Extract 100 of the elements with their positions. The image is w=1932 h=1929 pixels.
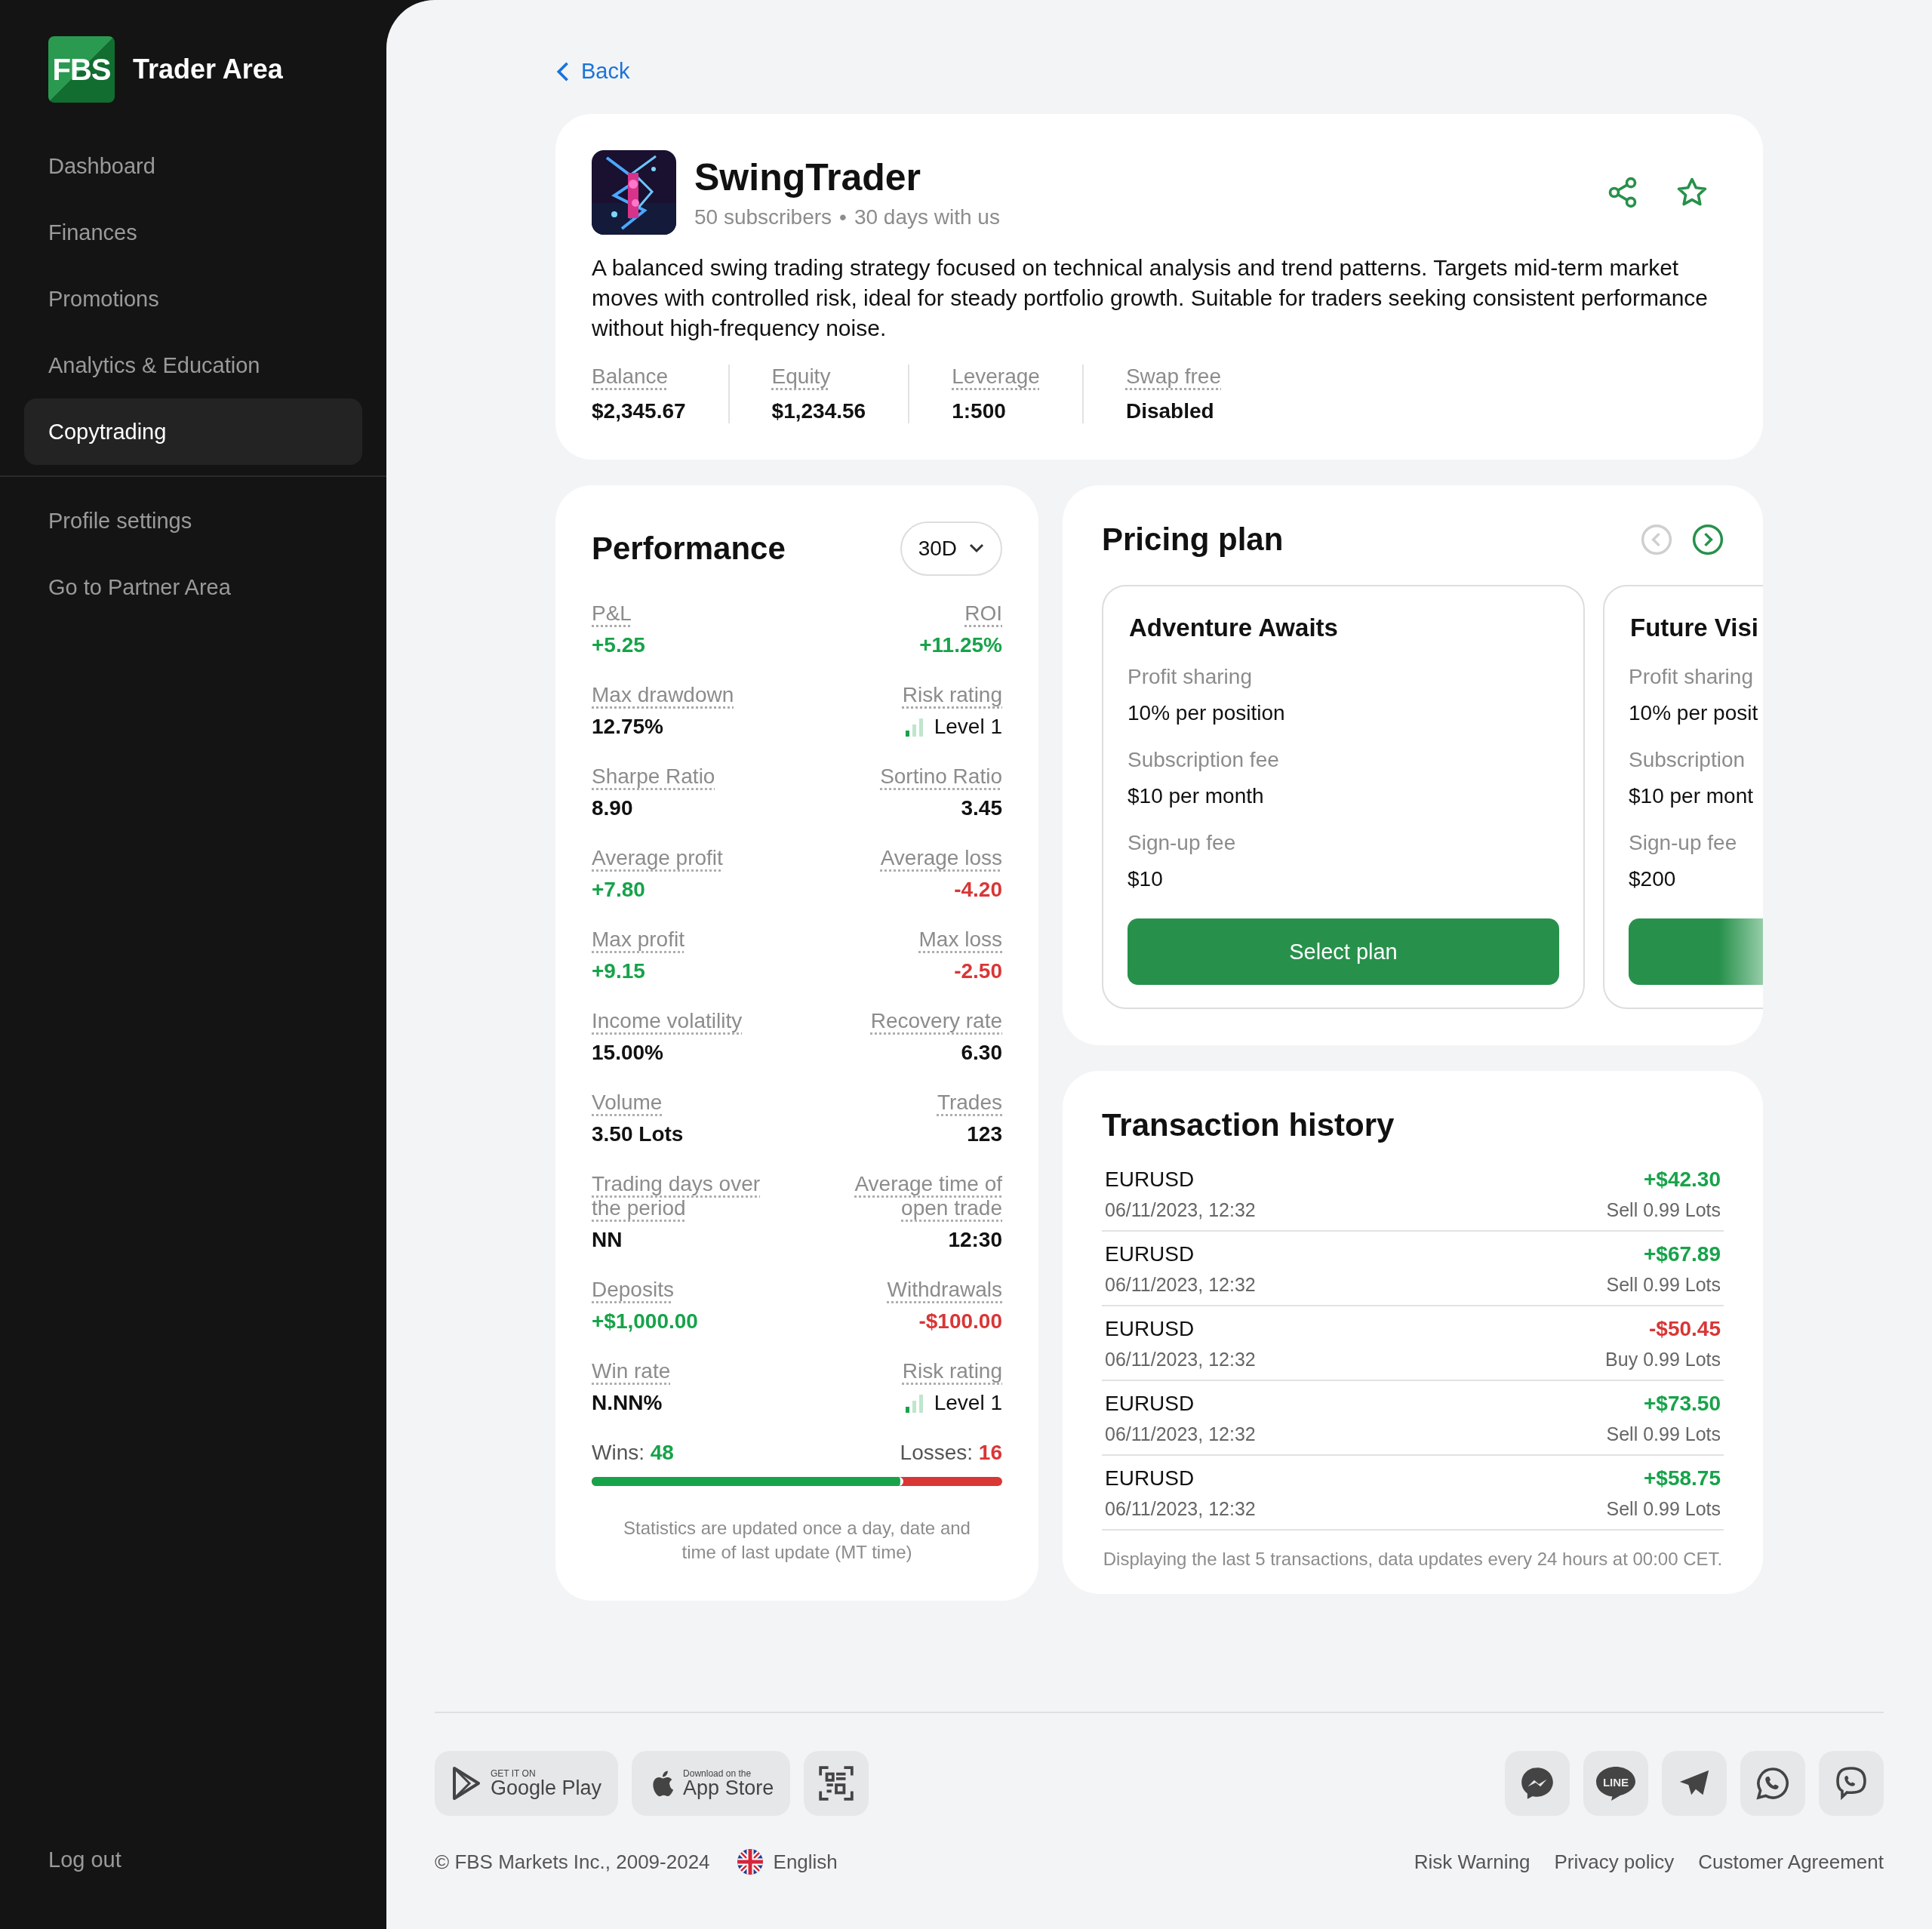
stat-value: $1,234.56 <box>771 399 866 423</box>
store-badge[interactable]: Download on the App Store <box>632 1751 791 1816</box>
metric-value: NN <box>592 1228 623 1252</box>
qr-code-button[interactable] <box>804 1751 869 1816</box>
footer-link[interactable]: Privacy policy <box>1554 1850 1675 1874</box>
metric-label: Max profit <box>592 928 685 952</box>
transaction-symbol: EURUSD <box>1105 1242 1195 1266</box>
fbs-logo: FBS <box>48 36 115 103</box>
plan-value: $200 <box>1629 867 1677 891</box>
select-plan-button[interactable]: Select plan <box>1128 918 1559 985</box>
metric-label: Deposits <box>592 1278 674 1302</box>
metric-label: Sortino Ratio <box>880 765 1002 789</box>
metric-value: 123 <box>967 1122 1002 1146</box>
plan-value: $10 per month <box>1128 784 1265 808</box>
plan-label: Sign-up fee <box>1629 831 1738 855</box>
metric-label: Income volatility <box>592 1009 743 1033</box>
store-name: Google Play <box>491 1777 602 1798</box>
plan-label: Subscription fee <box>1128 748 1280 772</box>
transaction-symbol: EURUSD <box>1105 1317 1195 1341</box>
transaction-detail: Sell 0.99 Lots <box>1606 1498 1721 1520</box>
metric-value: N.NN% <box>592 1391 663 1415</box>
card-title: Pricing plan <box>1102 521 1284 558</box>
metric-value: 12.75% <box>592 715 663 739</box>
transaction-detail: Sell 0.99 Lots <box>1606 1199 1721 1221</box>
transaction-amount: +$67.89 <box>1644 1242 1721 1266</box>
logout-link[interactable]: Log out <box>24 1826 362 1893</box>
next-button[interactable] <box>1692 524 1724 555</box>
chevron-left-icon <box>1641 524 1672 555</box>
social-button[interactable]: LINE <box>1583 1751 1648 1816</box>
metric-label: Win rate <box>592 1359 671 1383</box>
transaction-amount: +$58.75 <box>1644 1466 1721 1491</box>
nav-item[interactable]: Promotions <box>24 266 362 332</box>
metric-label: Recovery rate <box>870 1009 1002 1033</box>
metric-value: -$100.00 <box>918 1309 1002 1334</box>
transaction-date: 06/11/2023, 12:32 <box>1105 1349 1256 1371</box>
metric-label: ROI <box>964 601 1002 626</box>
social-button[interactable] <box>1740 1751 1805 1816</box>
plan-label: Subscription <box>1629 748 1746 772</box>
footer-link[interactable]: Customer Agreement <box>1698 1850 1884 1874</box>
metric-value: -2.50 <box>954 959 1002 983</box>
transaction-detail: Sell 0.99 Lots <box>1606 1423 1721 1445</box>
metric-label: Volume <box>592 1091 663 1115</box>
wins-count: Wins: 48 <box>592 1441 674 1465</box>
metric-value: +7.80 <box>592 878 645 902</box>
stat-label: Equity <box>771 365 832 389</box>
strategy-description: A balanced swing trading strategy focused on technical analysis and trend patterns. Targets mid-term market moves with controlled risk, ideal for steady portfolio growth. Suitable for traders seeking consistent performance without high-frequency noise. <box>592 254 1709 342</box>
transaction-amount: +$73.50 <box>1644 1392 1721 1416</box>
plan-label: Profit sharing <box>1629 665 1754 689</box>
metric-label: Average profit <box>592 846 723 870</box>
back-link[interactable]: Back <box>555 59 1763 84</box>
metric-value: +9.15 <box>592 959 645 983</box>
nav-item[interactable]: Profile settings <box>24 488 362 554</box>
chevron-right-icon <box>1692 524 1724 555</box>
transaction-date: 06/11/2023, 12:32 <box>1105 1274 1256 1296</box>
metric-value: -4.20 <box>954 878 1002 902</box>
footer-link[interactable]: Risk Warning <box>1414 1850 1531 1874</box>
social-button[interactable] <box>1819 1751 1884 1816</box>
metric-value: 8.90 <box>592 796 633 820</box>
metric-value: 3.50 Lots <box>592 1122 684 1146</box>
copyright-text: © FBS Markets Inc., 2009-2024 <box>435 1850 710 1874</box>
strategy-name: SwingTrader <box>694 155 922 199</box>
nav-item[interactable]: Analytics & Education <box>24 332 362 398</box>
period-dropdown[interactable]: 30D <box>900 521 1002 576</box>
metric-label: Risk rating <box>902 1359 1002 1383</box>
language-selector[interactable]: English <box>737 1849 838 1875</box>
card-title: Performance <box>592 531 786 567</box>
line-chat-icon: LINE <box>1595 1764 1637 1802</box>
store-caption: GET IT ON <box>491 1768 537 1778</box>
metric-value: 3.45 <box>961 796 1002 820</box>
qr-code-icon <box>817 1764 856 1802</box>
nav-item[interactable]: Copytrading <box>24 398 362 465</box>
metric-label: Risk rating <box>902 683 1002 707</box>
stat-value: 1:500 <box>952 399 1007 423</box>
stat-label: Leverage <box>952 365 1040 389</box>
stat-value: Disabled <box>1125 399 1215 423</box>
transaction-detail: Buy 0.99 Lots <box>1605 1349 1721 1371</box>
whatsapp-icon <box>1755 1765 1791 1801</box>
separator-dot: • <box>839 205 847 229</box>
metric-label: Trades <box>937 1091 1002 1115</box>
metric-label: Sharpe Ratio <box>592 765 715 789</box>
social-button[interactable] <box>1662 1751 1727 1816</box>
transaction-date: 06/11/2023, 12:32 <box>1105 1199 1256 1221</box>
card-title: Transaction history <box>1102 1107 1395 1143</box>
metric-value: Level 1 <box>934 1391 1002 1415</box>
flag-icon <box>737 1849 763 1875</box>
tenure-text: 30 days with us <box>854 205 1000 229</box>
metric-value: +11.25% <box>919 633 1002 657</box>
metric-value: Level 1 <box>934 715 1002 739</box>
metric-value: +$1,000.00 <box>592 1309 698 1334</box>
nav-item[interactable]: Dashboard <box>24 133 362 199</box>
plan-label: Profit sharing <box>1128 665 1253 689</box>
play-triangle-icon <box>451 1767 481 1800</box>
nav-item[interactable]: Finances <box>24 199 362 266</box>
nav-item[interactable]: Go to Partner Area <box>24 554 362 620</box>
transaction-amount: +$42.30 <box>1644 1168 1721 1192</box>
social-button[interactable] <box>1505 1751 1570 1816</box>
transaction-date: 06/11/2023, 12:32 <box>1105 1498 1256 1520</box>
store-badge[interactable]: GET IT ON Google Play <box>435 1751 619 1816</box>
plan-value: 10% per position <box>1128 701 1286 725</box>
store-caption: Download on the <box>683 1768 752 1778</box>
